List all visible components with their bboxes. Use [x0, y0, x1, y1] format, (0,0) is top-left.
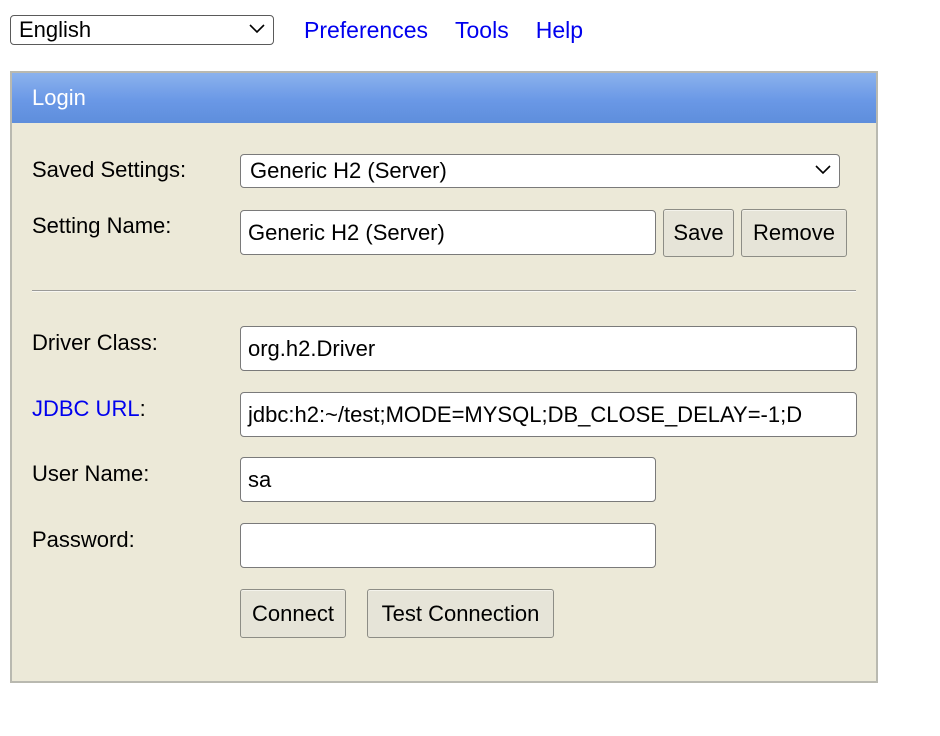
saved-settings-label: Saved Settings: [32, 157, 187, 182]
help-link[interactable]: Help [536, 17, 583, 44]
jdbc-url-input[interactable]: jdbc:h2:~/test;MODE=MYSQL;DB_CLOSE_DELAY… [240, 392, 857, 437]
test-connection-button[interactable]: Test Connection [367, 589, 554, 638]
user-name-value: sa [248, 466, 272, 492]
top-bar: English Preferences Tools Help [10, 13, 583, 47]
login-title: Login [32, 85, 86, 110]
connect-button[interactable]: Connect [240, 589, 346, 638]
user-name-label: User Name: [32, 461, 150, 486]
language-select-value: English [19, 17, 92, 42]
preferences-link[interactable]: Preferences [304, 17, 428, 44]
save-button[interactable]: Save [663, 209, 734, 257]
jdbc-url-help-link[interactable]: JDBC URL [32, 396, 140, 421]
login-panel: Login Saved Settings: Generic H2 (Server… [10, 71, 878, 683]
tools-link[interactable]: Tools [455, 17, 509, 44]
driver-class-label: Driver Class: [32, 330, 158, 355]
jdbc-url-label-colon: : [139, 396, 146, 421]
chevron-down-icon [815, 165, 831, 175]
password-input[interactable] [240, 523, 656, 568]
password-label: Password: [32, 527, 135, 552]
chevron-down-icon [249, 24, 265, 34]
driver-class-value: org.h2.Driver [248, 335, 376, 361]
setting-name-label: Setting Name: [32, 213, 172, 238]
saved-settings-select[interactable]: Generic H2 (Server) [240, 154, 840, 188]
jdbc-url-label: JDBC URL: [32, 396, 146, 422]
language-select[interactable]: English [10, 15, 274, 45]
saved-settings-value: Generic H2 (Server) [250, 158, 447, 183]
user-name-input[interactable]: sa [240, 457, 656, 502]
remove-button[interactable]: Remove [741, 209, 847, 257]
driver-class-input[interactable]: org.h2.Driver [240, 326, 857, 371]
login-panel-header: Login [12, 73, 876, 123]
jdbc-url-value: jdbc:h2:~/test;MODE=MYSQL;DB_CLOSE_DELAY… [248, 401, 803, 427]
section-divider [32, 290, 856, 292]
setting-name-input[interactable]: Generic H2 (Server) [240, 210, 656, 255]
setting-name-value: Generic H2 (Server) [248, 219, 445, 245]
